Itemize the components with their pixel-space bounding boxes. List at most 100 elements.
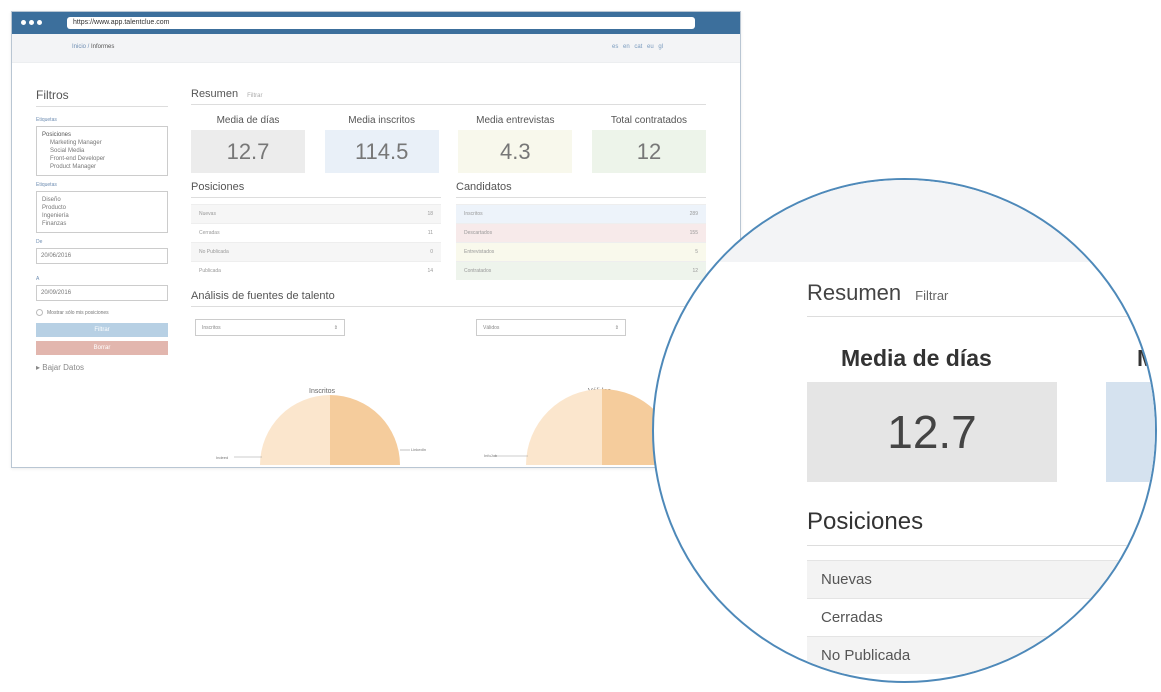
to-date-input[interactable]: 20/09/2016 (36, 285, 168, 301)
position-option[interactable]: Social Media (42, 147, 162, 155)
magnified-resumen: Resumen (807, 280, 902, 305)
magnifier-topbar (654, 180, 1155, 262)
summary-filter-link[interactable]: Filtrar (247, 93, 262, 99)
magnified-stat-box-2 (1106, 382, 1155, 482)
select-value: Válidos (483, 325, 500, 331)
row-label: No Publicada (199, 249, 229, 255)
table-row: Nuevas 18 (191, 204, 441, 223)
stat-card: Media de días 12.7 (191, 115, 305, 173)
positions-head[interactable]: Posiciones (42, 131, 162, 139)
row-label: Cerradas (199, 230, 220, 236)
row-label: Inscritos (464, 211, 483, 217)
window-controls[interactable] (21, 20, 42, 25)
magnifier-circle: Resumen Filtrar Media de días M 12.7 Posi… (652, 178, 1157, 683)
table-row: No Publicada 0 (191, 242, 441, 261)
source-select-2[interactable]: Válidos ⇕ (476, 319, 626, 336)
magnified-stat-label: Media de días (841, 345, 992, 371)
magnified-divider (807, 316, 1155, 317)
url-bar[interactable]: https://www.app.talentclue.com (67, 17, 695, 29)
select-arrows-icon: ⇕ (333, 325, 338, 331)
select-value: Inscritos (202, 325, 221, 331)
stat-value: 12 (591, 130, 706, 173)
row-label: Contratados (464, 268, 492, 274)
magnified-positions-title: Posiciones (807, 508, 924, 535)
table-row: Contratados 12 (456, 261, 706, 280)
position-option[interactable]: Product Manager (42, 163, 162, 171)
row-label: Nuevas (199, 211, 216, 217)
stat-label: Media inscritos (348, 115, 415, 126)
magnified-stat-label-cut: M (1137, 345, 1157, 371)
positions-filter-list[interactable]: Posiciones Marketing Manager Social Medi… (36, 126, 168, 176)
magnified-table-row: Nuevas (807, 560, 1155, 598)
chart-label: LinkedIn (411, 447, 427, 452)
row-value: 12 (692, 268, 698, 274)
checkbox-circle[interactable] (36, 309, 43, 316)
analysis-title: Análisis de fuentes de talento (191, 290, 706, 307)
stat-label: Total contratados (610, 115, 688, 126)
breadcrumb-current: Informes (91, 44, 115, 50)
stat-value: 12.7 (191, 130, 305, 173)
pie-slice-right (330, 395, 400, 465)
checkbox-label: Mostrar sólo mis posiciones (47, 309, 109, 316)
filter-button[interactable]: Filtrar (36, 323, 168, 337)
row-value: 14 (427, 268, 433, 274)
position-option[interactable]: Marketing Manager (42, 139, 162, 147)
stat-value: 114.5 (324, 130, 439, 173)
report-main: Resumen Filtrar Media de días 12.7 Media… (191, 88, 706, 336)
row-value: 11 (427, 230, 433, 236)
filters-title: Filtros (36, 88, 168, 107)
tags-label: Etiquetas (36, 117, 57, 123)
summary-title: Resumen (191, 88, 239, 100)
only-my-positions-checkbox[interactable]: Mostrar sólo mis posiciones (36, 309, 168, 316)
download-data-link[interactable]: ▸ Bajar Datos (36, 363, 168, 372)
department-option[interactable]: Diseño (42, 196, 162, 204)
analysis-selects: Inscritos ⇕ Válidos ⇕ (191, 319, 706, 336)
magnified-table-row: No Publicada (807, 636, 1155, 674)
source-select-1[interactable]: Inscritos ⇕ (195, 319, 345, 336)
row-value: 18 (427, 211, 433, 217)
row-label: Publicada (199, 268, 221, 274)
stat-value: 4.3 (458, 130, 573, 173)
row-value: 0 (430, 249, 433, 255)
table-row: Cerradas 11 (191, 223, 441, 242)
departments-filter-list[interactable]: Diseño Producto Ingeniería Finanzas (36, 191, 168, 233)
positions-table: Posiciones Nuevas 18 Cerradas 11 No Public… (191, 181, 441, 280)
browser-titlebar: https://www.app.talentclue.com (12, 12, 740, 34)
row-label: Entrevistados (464, 249, 495, 255)
select-arrows-icon: ⇕ (614, 325, 619, 331)
chart-label: Indeed (216, 455, 229, 460)
stat-label: Media entrevistas (476, 115, 555, 126)
tables-row: Posiciones Nuevas 18 Cerradas 11 No Public… (191, 181, 706, 280)
magnified-divider (807, 545, 1155, 546)
stat-label: Media de días (216, 115, 280, 126)
from-label: De (36, 239, 43, 245)
position-option[interactable]: Front-end Developer (42, 155, 162, 163)
tags-label-2: Etiquetas (36, 182, 57, 188)
magnified-filter-link[interactable]: Filtrar (915, 288, 948, 303)
stat-card: Total contratados 12 (591, 115, 706, 173)
chart-label: InfoJob (484, 453, 498, 458)
magnified-stat-value: 12.7 (807, 382, 1057, 482)
stat-card: Media entrevistas 4.3 (458, 115, 573, 173)
from-date-input[interactable]: 20/06/2016 (36, 248, 168, 264)
table-row: Publicada 14 (191, 261, 441, 280)
breadcrumb-home[interactable]: Inicio / (72, 44, 89, 50)
magnified-summary-title: Resumen Filtrar (807, 280, 948, 306)
pie-slice-left (260, 395, 330, 465)
department-option[interactable]: Producto (42, 204, 162, 212)
department-option[interactable]: Finanzas (42, 220, 162, 228)
breadcrumb: Inicio / Informes (72, 44, 114, 50)
magnified-table-row: Cerradas (807, 598, 1155, 636)
positions-title: Posiciones (191, 181, 441, 198)
clear-button[interactable]: Borrar (36, 341, 168, 355)
pie-slice-left (526, 389, 602, 465)
summary-stats: Media de días 12.7 Media inscritos 114.5… (191, 115, 706, 173)
row-label: Descartados (464, 230, 493, 236)
stat-card: Media inscritos 114.5 (324, 115, 439, 173)
filters-sidebar: Filtros Etiquetas Posiciones Marketing M… (36, 88, 168, 372)
summary-header: Resumen Filtrar (191, 88, 706, 105)
to-label: A (36, 276, 40, 282)
language-switcher[interactable]: es en cat eu gl (612, 44, 663, 50)
department-option[interactable]: Ingeniería (42, 212, 162, 220)
breadcrumb-bar: Inicio / Informes es en cat eu gl (12, 34, 740, 63)
